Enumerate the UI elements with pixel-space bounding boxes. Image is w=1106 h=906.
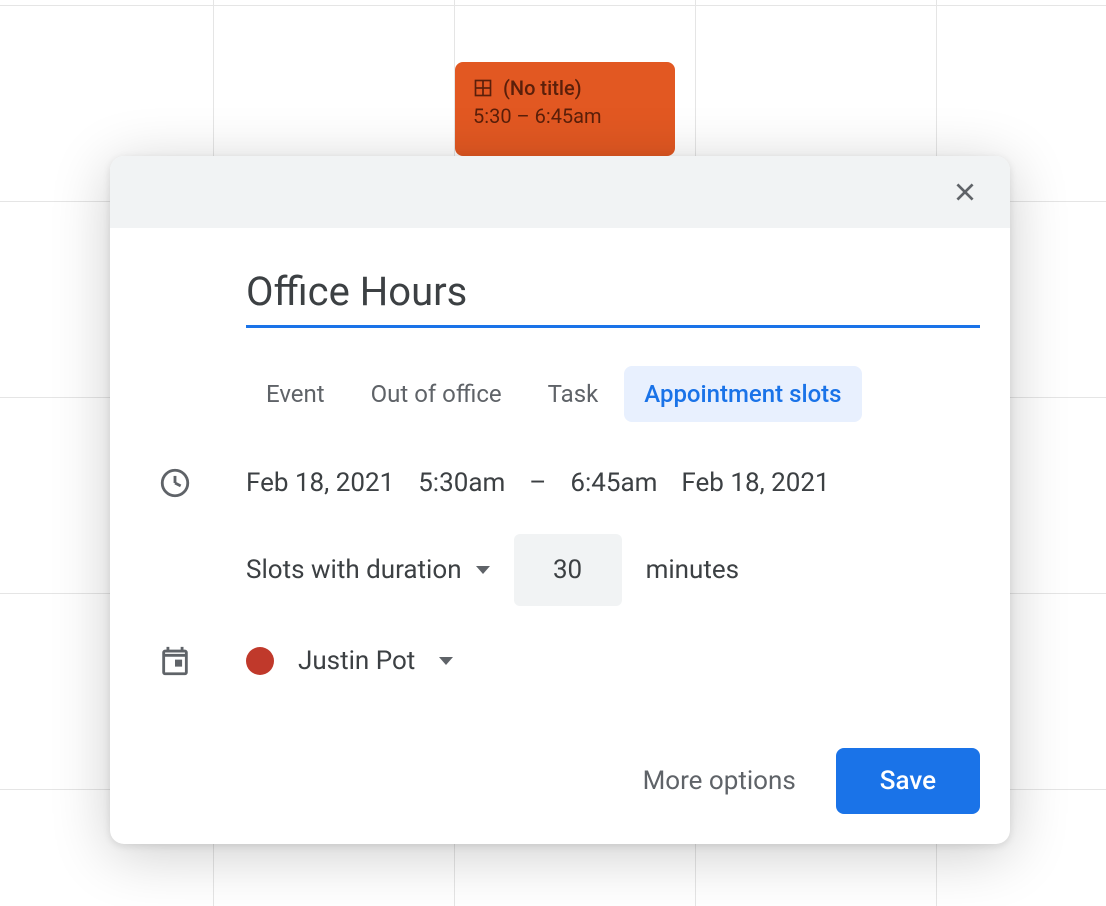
owner-name: Justin Pot: [298, 646, 415, 676]
duration-type-select[interactable]: Slots with duration: [246, 555, 490, 585]
start-date[interactable]: Feb 18, 2021: [246, 468, 394, 498]
chevron-down-icon: [476, 566, 490, 574]
tab-event[interactable]: Event: [246, 366, 345, 422]
start-time[interactable]: 5:30am: [418, 468, 505, 498]
tab-appointment-slots[interactable]: Appointment slots: [624, 366, 861, 422]
clock-icon: [140, 466, 246, 500]
save-button[interactable]: Save: [836, 748, 980, 814]
chevron-down-icon: [439, 657, 453, 665]
calendar-owner-row: Justin Pot: [140, 644, 980, 678]
modal-header: [110, 156, 1010, 228]
duration-input[interactable]: [514, 534, 622, 606]
tab-out-of-office[interactable]: Out of office: [351, 366, 522, 422]
duration-row: Slots with duration minutes: [246, 534, 980, 606]
end-date[interactable]: Feb 18, 2021: [681, 468, 829, 498]
calendar-color-dot: [246, 647, 274, 675]
event-type-tabs: Event Out of office Task Appointment slo…: [246, 366, 980, 422]
event-title: (No title): [503, 76, 582, 100]
time-separator: –: [529, 468, 546, 498]
tab-task[interactable]: Task: [528, 366, 619, 422]
duration-label: Slots with duration: [246, 555, 462, 585]
event-time-range: 5:30 – 6:45am: [473, 104, 657, 128]
close-icon: [952, 179, 978, 205]
event-title-input[interactable]: [246, 268, 980, 328]
create-event-modal: Event Out of office Task Appointment slo…: [110, 156, 1010, 844]
event-block[interactable]: (No title) 5:30 – 6:45am: [455, 62, 675, 156]
calendar-icon: [140, 644, 246, 678]
end-time[interactable]: 6:45am: [570, 468, 657, 498]
calendar-owner-select[interactable]: Justin Pot: [246, 646, 453, 676]
more-options-button[interactable]: More options: [627, 752, 812, 810]
appointment-grid-icon: [473, 78, 493, 98]
close-button[interactable]: [944, 171, 986, 213]
datetime-row: Feb 18, 2021 5:30am – 6:45am Feb 18, 202…: [140, 466, 980, 500]
modal-footer: More options Save: [140, 748, 980, 814]
duration-unit: minutes: [646, 555, 740, 585]
